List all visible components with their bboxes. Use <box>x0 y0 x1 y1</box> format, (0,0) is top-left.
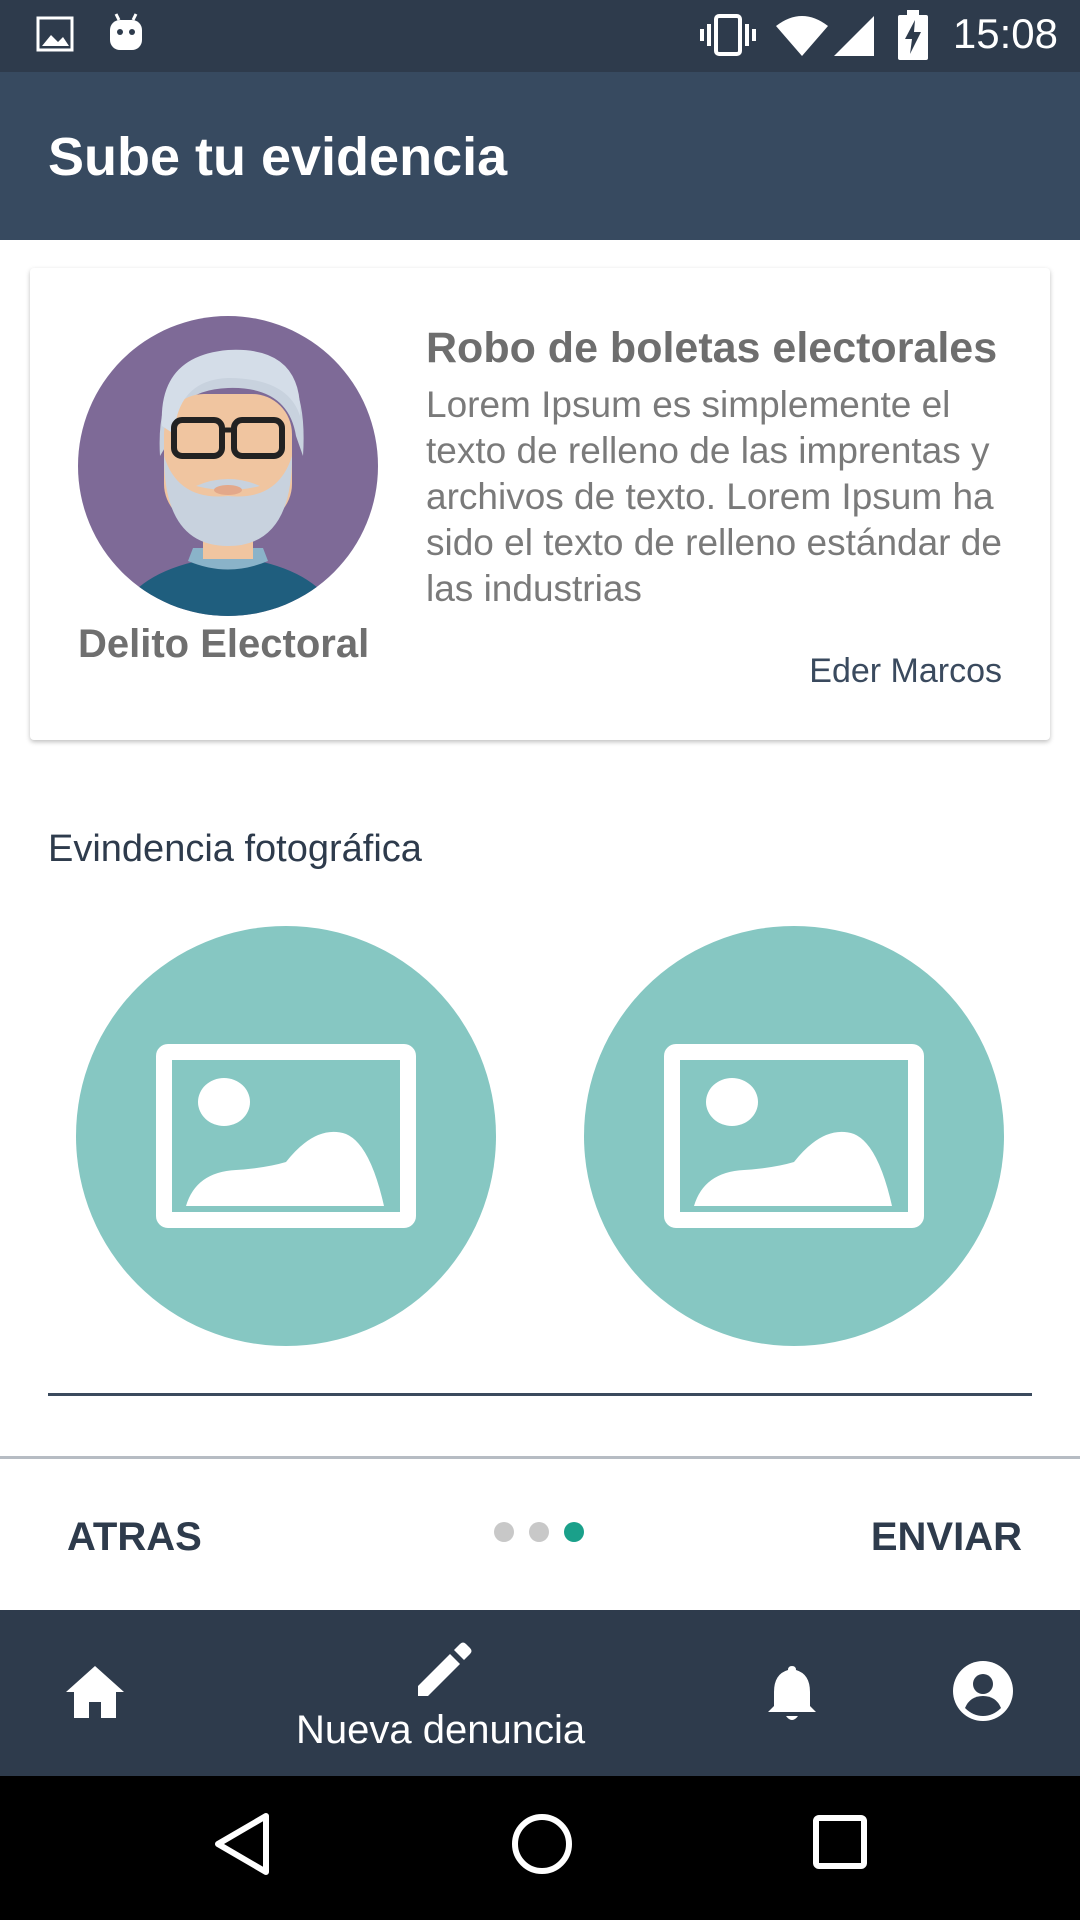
nav-new-report[interactable] <box>414 1640 474 1705</box>
home-icon <box>66 1666 124 1718</box>
add-photo-button-2[interactable] <box>584 926 1004 1346</box>
signal-icon <box>832 14 876 63</box>
nav-profile[interactable] <box>952 1660 1014 1727</box>
wifi-icon <box>774 14 830 63</box>
battery-charging-icon <box>898 10 928 65</box>
recents-nav-button[interactable] <box>812 1814 868 1875</box>
bottom-nav: Nueva denuncia <box>0 1610 1080 1776</box>
home-circle-icon <box>512 1814 572 1874</box>
step-dot-1 <box>494 1522 514 1542</box>
bell-icon <box>768 1666 816 1720</box>
nav-notifications[interactable] <box>766 1662 818 1729</box>
avatar <box>78 316 378 616</box>
stepper-bar: ATRAS ENVIAR <box>0 1456 1080 1609</box>
back-triangle-icon <box>215 1813 269 1875</box>
add-photo-button-1[interactable] <box>76 926 496 1346</box>
evidence-label: Evindencia fotográfica <box>48 828 422 870</box>
image-placeholder-icon <box>156 1044 416 1228</box>
back-nav-button[interactable] <box>212 1812 272 1881</box>
report-category: Delito Electoral <box>78 622 370 666</box>
back-button[interactable]: ATRAS <box>67 1515 202 1560</box>
report-card[interactable]: Delito Electoral Robo de boletas elector… <box>30 268 1050 740</box>
android-icon <box>108 12 144 57</box>
vibrate-icon <box>700 14 756 61</box>
report-author: Eder Marcos <box>809 652 1002 690</box>
report-description: Lorem Ipsum es simplemente el texto de r… <box>426 384 1002 609</box>
report-title: Robo de boletas electorales <box>426 324 998 372</box>
account-icon <box>953 1661 1013 1721</box>
divider <box>48 1393 1032 1396</box>
pencil-icon <box>418 1642 472 1696</box>
page-title: Sube tu evidencia <box>48 127 508 187</box>
status-bar: 15:08 <box>0 0 1080 72</box>
nav-new-report-label[interactable]: Nueva denuncia <box>296 1708 585 1753</box>
image-icon <box>36 16 74 57</box>
recents-square-icon <box>813 1815 867 1869</box>
nav-home[interactable] <box>64 1664 126 1725</box>
app-bar: Sube tu evidencia <box>0 72 1080 240</box>
image-placeholder-icon <box>664 1044 924 1228</box>
step-dot-3-active <box>564 1522 584 1542</box>
step-dot-2 <box>529 1522 549 1542</box>
status-time: 15:08 <box>952 10 1058 57</box>
send-button[interactable]: ENVIAR <box>871 1515 1022 1560</box>
system-nav-bar <box>0 1776 1080 1920</box>
home-nav-button[interactable] <box>510 1812 574 1881</box>
